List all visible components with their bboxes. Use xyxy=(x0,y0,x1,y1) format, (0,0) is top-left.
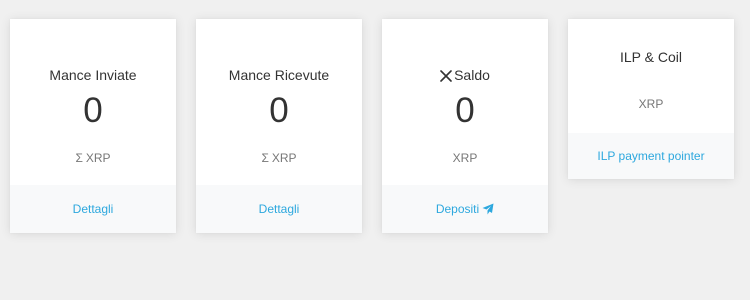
card-ilp-coil: ILP & Coil XRP ILP payment pointer xyxy=(568,19,734,179)
card-unit: Σ XRP xyxy=(10,151,176,165)
card-title: ILP & Coil xyxy=(620,49,682,65)
ilp-payment-pointer-link[interactable]: ILP payment pointer xyxy=(568,133,734,179)
unit-label: XRP xyxy=(271,151,297,165)
card-value: 0 xyxy=(83,91,103,130)
send-icon xyxy=(482,187,494,235)
dashboard-stats: Mance Inviate 0 Σ XRP Dettagli Mance Rice… xyxy=(0,0,750,300)
card-unit: XRP xyxy=(638,97,664,111)
card-unit: Σ XRP xyxy=(196,151,362,165)
card-balance: Saldo 0 XRP Depositi xyxy=(382,19,548,233)
card-title: Mance Inviate xyxy=(49,67,137,83)
card-tips-received: Mance Ricevute 0 Σ XRP Dettagli xyxy=(196,19,362,233)
card-value: 0 xyxy=(455,91,475,130)
sigma-icon: Σ xyxy=(261,151,269,165)
card-title-label: Saldo xyxy=(454,67,490,83)
details-link[interactable]: Dettagli xyxy=(196,185,362,233)
unit-label: XRP xyxy=(85,151,111,165)
xrp-icon xyxy=(440,69,452,85)
card-value: 0 xyxy=(269,91,289,130)
details-link[interactable]: Dettagli xyxy=(10,185,176,233)
card-tips-sent: Mance Inviate 0 Σ XRP Dettagli xyxy=(10,19,176,233)
deposits-link[interactable]: Depositi xyxy=(382,185,548,233)
card-unit: XRP xyxy=(452,151,478,165)
sigma-icon: Σ xyxy=(75,151,83,165)
deposits-label: Depositi xyxy=(435,202,480,216)
card-title: Saldo xyxy=(382,67,548,85)
card-title: Mance Ricevute xyxy=(228,67,330,83)
